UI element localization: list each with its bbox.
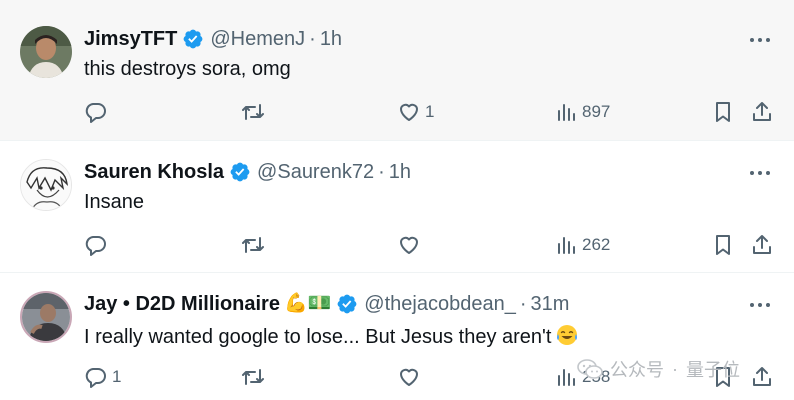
separator-dot: · [519, 292, 527, 315]
tweet-header: JimsyTFT @HemenJ · 1h [84, 26, 342, 52]
share-button[interactable] [750, 365, 774, 389]
top-divider-band [0, 0, 794, 8]
heart-icon [400, 103, 418, 121]
author-name[interactable]: JimsyTFT [84, 28, 177, 51]
reply-icon [85, 103, 106, 123]
watermark-brand: 量子位 [686, 360, 740, 380]
avatar[interactable] [20, 26, 72, 78]
reply-icon [85, 236, 106, 256]
timestamp[interactable]: 31m [531, 293, 570, 316]
tweet-header: Jay • D2D Millionaire 💪💵 @thejacobdean_ … [84, 291, 569, 317]
tweet-actions: 262 [84, 233, 778, 257]
heart-icon [400, 368, 418, 386]
like-button[interactable] [397, 365, 425, 389]
avatar[interactable] [20, 159, 72, 211]
timestamp[interactable]: 1h [320, 28, 342, 51]
view-count: 897 [582, 102, 611, 121]
tweet-text: this destroys sora, omg [84, 58, 291, 80]
reply-button[interactable]: 1 [84, 365, 121, 389]
timestamp[interactable]: 1h [389, 161, 411, 184]
heart-icon [400, 236, 418, 254]
watermark-separator: · [672, 358, 678, 379]
tweet-text: Insane [84, 191, 145, 213]
avatar[interactable] [20, 291, 72, 343]
tweet-header: Sauren Khosla @Saurenk72 · 1h [84, 159, 411, 185]
joy-tears-emoji-icon [555, 323, 579, 347]
author-handle[interactable]: @thejacobdean_ [364, 293, 516, 316]
retweet-icon [242, 369, 264, 385]
tweet[interactable]: Sauren Khosla @Saurenk72 · 1h Insane 262 [0, 140, 794, 272]
wechat-icon [576, 357, 604, 381]
share-icon [753, 102, 771, 121]
watermark: 公众号 · 量子位 [576, 354, 740, 384]
analytics-icon [558, 369, 575, 386]
verified-badge-icon [229, 161, 251, 183]
reply-icon [85, 368, 106, 388]
verified-badge-icon [182, 28, 204, 50]
author-handle[interactable]: @HemenJ [210, 28, 305, 51]
retweet-icon [242, 237, 264, 253]
watermark-label: 公众号 [610, 360, 664, 380]
share-icon [753, 367, 771, 386]
analytics-icon [558, 237, 575, 254]
views-button[interactable]: 897 [554, 100, 610, 124]
share-button[interactable] [750, 100, 774, 124]
tweet[interactable]: JimsyTFT @HemenJ · 1h this destroys sora… [0, 8, 794, 140]
more-options-icon[interactable] [748, 293, 772, 317]
separator-dot: · [378, 160, 385, 183]
reply-button[interactable] [84, 233, 112, 257]
verified-badge-icon [336, 293, 358, 315]
retweet-button[interactable] [241, 100, 269, 124]
more-options-icon[interactable] [748, 161, 772, 185]
retweet-button[interactable] [241, 365, 269, 389]
bookmark-button[interactable] [711, 233, 735, 257]
like-button[interactable] [397, 233, 425, 257]
author-name[interactable]: Sauren Khosla [84, 161, 224, 184]
author-name[interactable]: Jay • D2D Millionaire [84, 293, 280, 316]
name-emojis: 💪💵 [283, 293, 332, 314]
share-button[interactable] [750, 233, 774, 257]
bookmark-icon [716, 102, 730, 122]
retweet-button[interactable] [241, 233, 269, 257]
view-count: 262 [582, 235, 611, 254]
more-options-icon[interactable] [748, 28, 772, 52]
share-icon [753, 235, 771, 254]
reply-count: 1 [112, 367, 122, 386]
author-handle[interactable]: @Saurenk72 [257, 161, 374, 184]
bookmark-button[interactable] [711, 100, 735, 124]
reply-button[interactable] [84, 100, 112, 124]
views-button[interactable]: 262 [554, 233, 610, 257]
retweet-icon [242, 104, 264, 120]
tweet-text: I really wanted google to lose... But Je… [84, 326, 552, 348]
tweet-text-container: I really wanted google to lose... But Je… [84, 323, 579, 349]
analytics-icon [558, 104, 575, 121]
separator-dot: · [309, 27, 316, 50]
tweet-actions: 1 897 [84, 100, 778, 124]
like-button[interactable]: 1 [397, 100, 434, 124]
bookmark-icon [716, 235, 730, 255]
like-count: 1 [425, 102, 435, 121]
